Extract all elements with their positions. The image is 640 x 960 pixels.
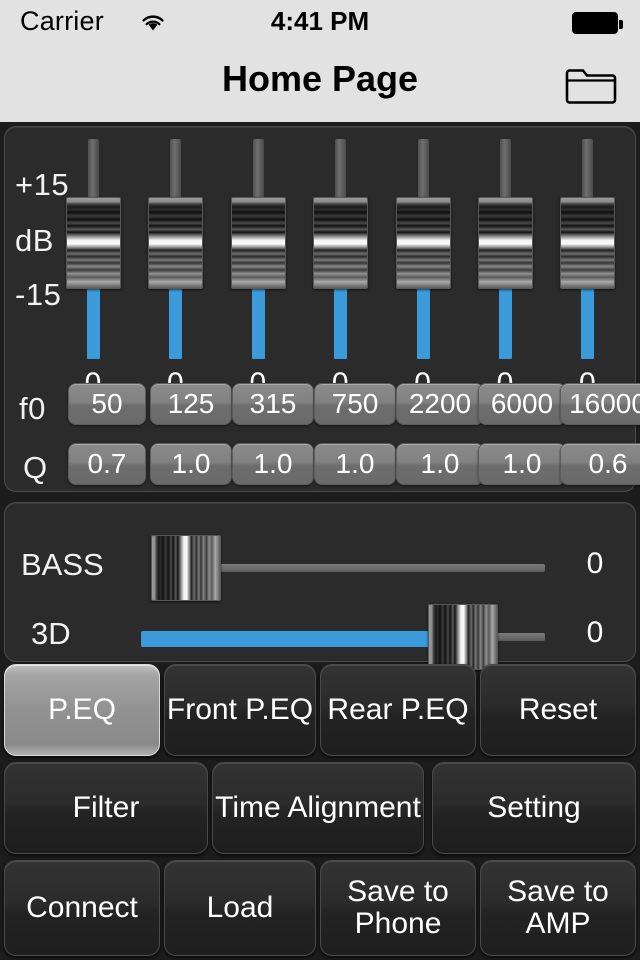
f0-button-band-3[interactable]: 315 [232,383,314,425]
slider-track-upper [88,139,99,201]
slider-track-lower [87,287,100,359]
tone-label: 3D [31,616,71,651]
tone-panel: BASS 0 3D 0 [4,502,636,670]
slider-track-lower [251,287,265,359]
q-button-band-7[interactable]: 0.6 [560,443,640,485]
slider-track-lower [334,287,348,359]
action-button-save-to-amp[interactable]: Save to AMP [480,860,636,956]
q-row-label: Q [23,450,48,485]
gain-slider-band-6[interactable]: 0 [472,139,538,400]
gain-slider-band-4[interactable]: 0 [307,139,373,400]
mode-button-p-eq[interactable]: P.EQ [4,664,160,756]
tone-value: 0 [586,616,604,649]
q-button-band-1[interactable]: 0.7 [68,443,146,485]
slider-knob[interactable] [66,197,121,289]
tone-label: BASS [21,547,104,582]
mode-button-front-p-eq[interactable]: Front P.EQ [164,664,316,756]
q-button-band-6[interactable]: 1.0 [478,443,566,485]
slider-knob[interactable] [230,197,286,289]
f0-button-band-2[interactable]: 125 [150,383,232,425]
slider-track-lower [416,287,430,359]
axis-min-label: -15 [15,277,62,312]
slider-track-lower [499,287,512,359]
tool-button-filter[interactable]: Filter [4,762,208,854]
folder-icon[interactable] [564,64,618,106]
mode-button-rear-p-eq[interactable]: Rear P.EQ [320,664,476,756]
battery-full-icon [572,12,623,34]
slider-track-upper [417,139,429,201]
slider-knob[interactable] [560,197,616,289]
q-button-band-4[interactable]: 1.0 [314,443,396,485]
slider-track-upper [500,139,511,201]
action-button-connect[interactable]: Connect [4,860,160,956]
f0-button-band-4[interactable]: 750 [314,383,396,425]
action-button-load[interactable]: Load [164,860,316,956]
tool-button-setting[interactable]: Setting [432,762,636,854]
slider-knob[interactable] [313,197,369,289]
q-button-band-2[interactable]: 1.0 [150,443,232,485]
slider-track-upper [335,139,347,201]
mode-button-reset[interactable]: Reset [480,664,636,756]
equalizer-panel: +15 dB -15 f0 Q 0000000 5012531575022006… [4,126,640,492]
gain-slider-band-7[interactable]: 0 [554,139,620,400]
app-root: Carrier 4:41 PM Home Page +15 dB -15 f0 … [0,0,640,960]
tone-track-remainder [490,633,545,641]
slider-track-lower [581,287,595,359]
f0-button-band-7[interactable]: 16000 [560,383,640,425]
f0-row-label: f0 [19,391,46,426]
page-title: Home Page [221,58,419,99]
slider-track-lower [169,287,183,359]
q-button-band-5[interactable]: 1.0 [396,443,484,485]
f0-button-band-5[interactable]: 2200 [396,383,484,425]
action-button-save-to-phone[interactable]: Save to Phone [320,860,476,956]
gain-slider-band-3[interactable]: 0 [225,139,291,400]
slider-knob[interactable] [395,197,451,289]
nav-bar: Home Page [0,44,640,122]
tone-slider-knob[interactable] [428,604,499,670]
slider-knob[interactable] [148,197,204,289]
tone-track-filled [141,631,463,647]
slider-knob[interactable] [478,197,533,289]
gain-slider-band-5[interactable]: 0 [390,139,456,400]
tone-value: 0 [586,547,604,580]
axis-unit-label: dB [15,223,54,258]
slider-track-upper [582,139,594,201]
tone-slider-knob[interactable] [151,535,222,601]
gain-slider-band-2[interactable]: 0 [142,139,208,400]
clock-label: 4:41 PM [270,6,370,36]
gain-slider-band-1[interactable]: 0 [60,139,126,400]
q-button-band-3[interactable]: 1.0 [232,443,314,485]
f0-button-band-1[interactable]: 50 [68,383,146,425]
status-bar: Carrier 4:41 PM [0,0,640,44]
f0-button-band-6[interactable]: 6000 [478,383,566,425]
slider-track-upper [252,139,264,201]
tool-button-time-alignment[interactable]: Time Alignment [212,762,424,854]
tone-track-remainder [211,564,545,572]
slider-track-upper [170,139,182,201]
